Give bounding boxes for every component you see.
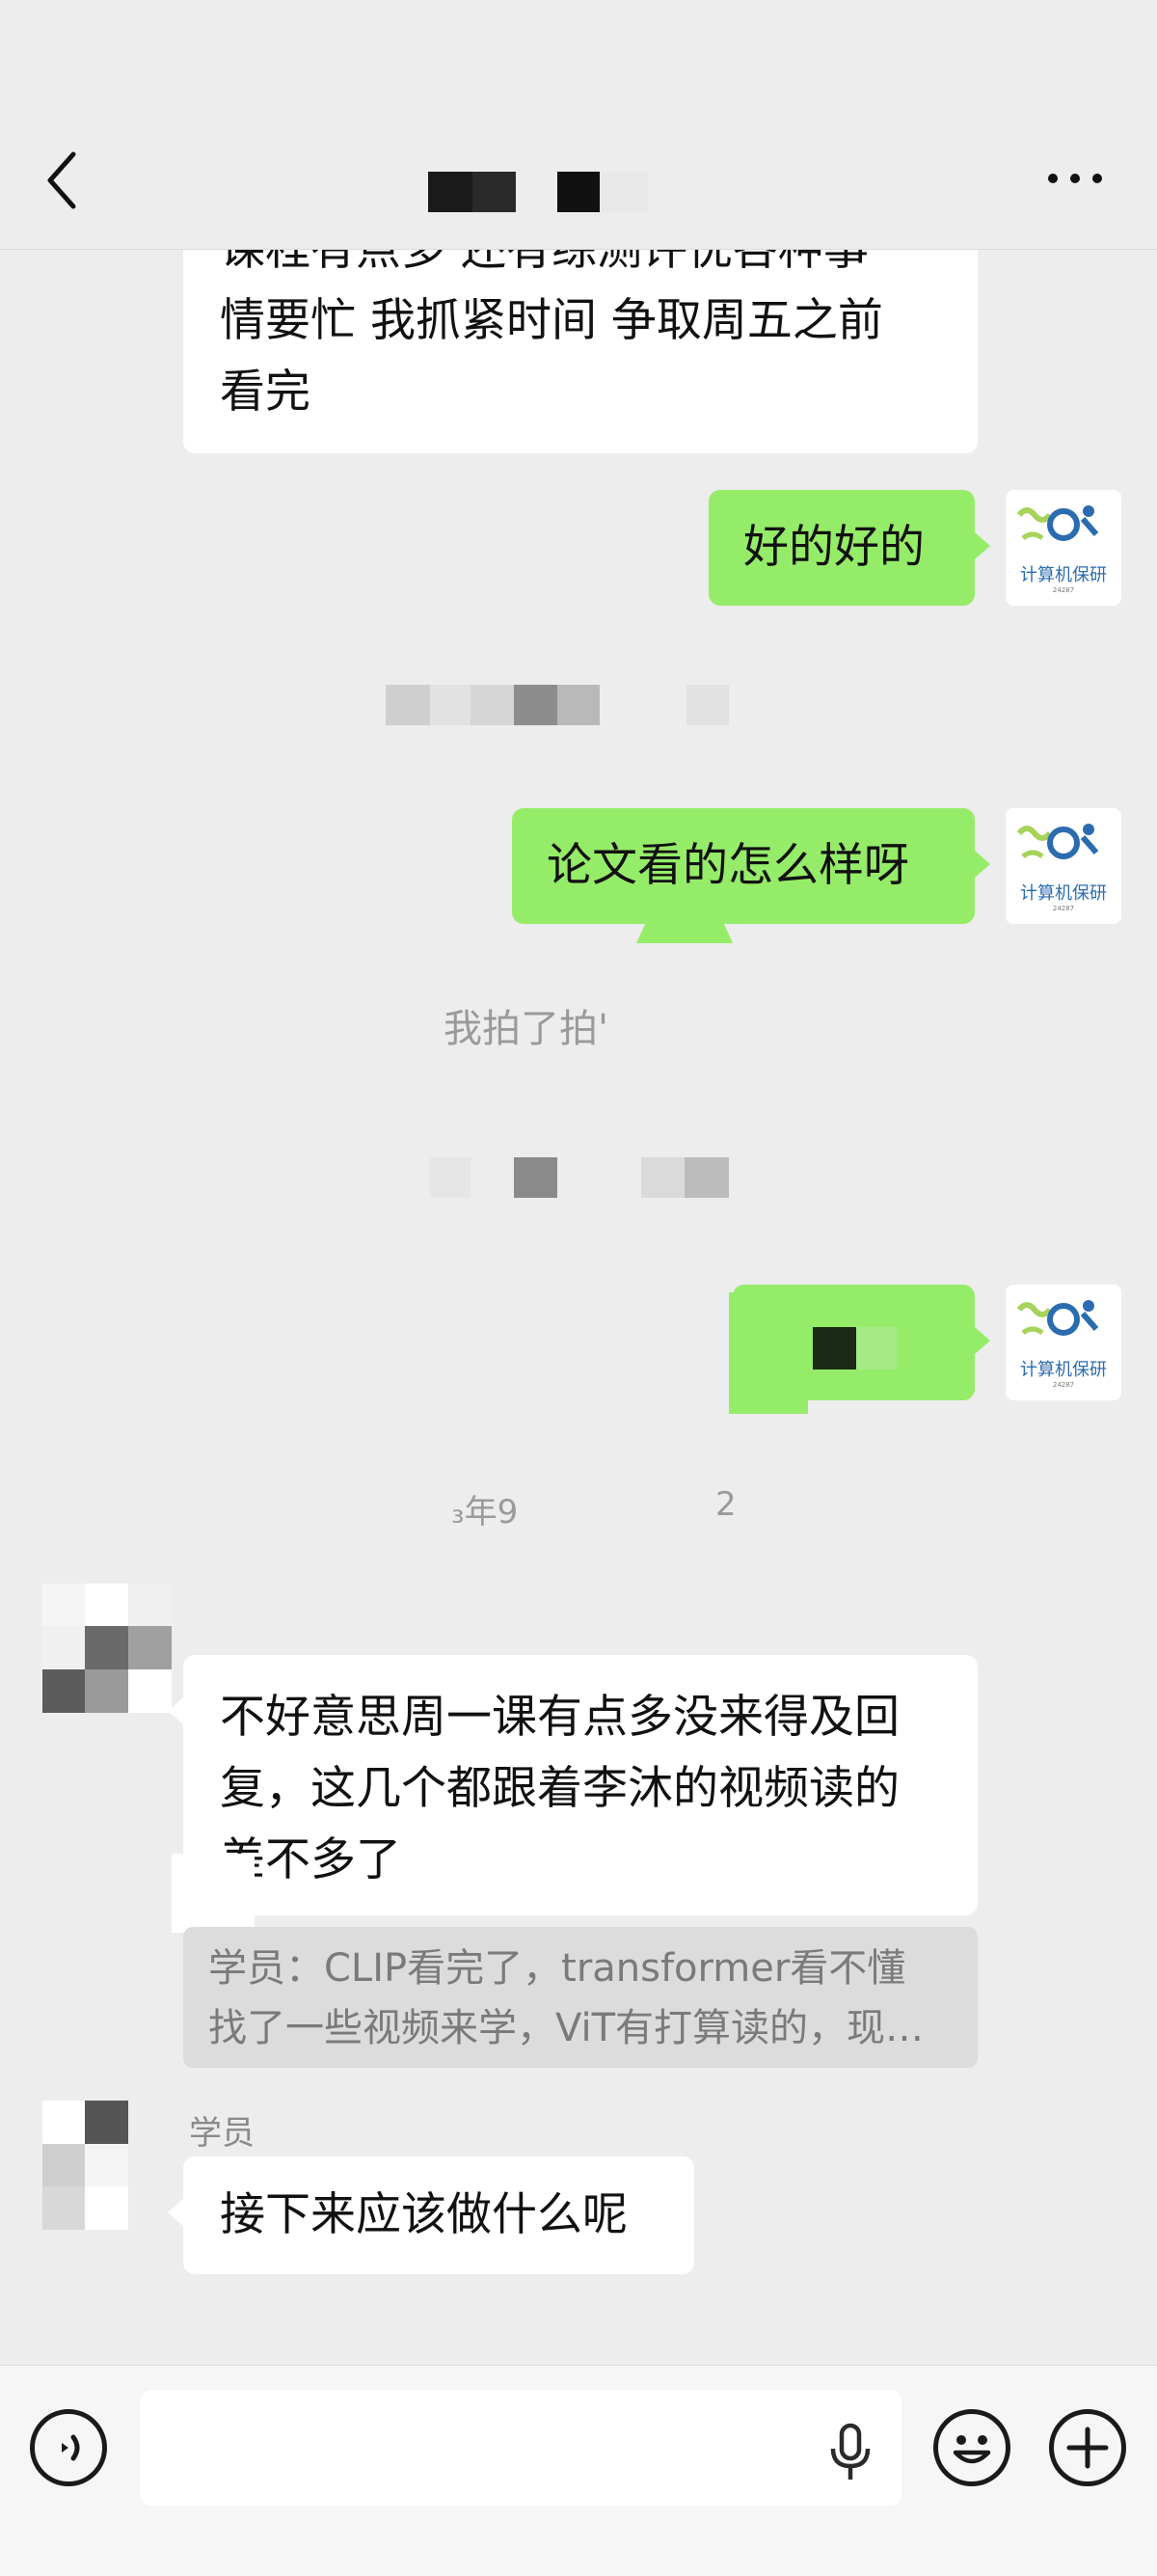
logo-icon xyxy=(1016,505,1099,541)
avatar[interactable]: 计算机保研 24287 xyxy=(1006,490,1121,606)
message-redacted xyxy=(729,1292,808,1414)
message-text-line: 看完 xyxy=(220,366,310,419)
message-bubble-incoming[interactable]: 接下来应该做什么呢 xyxy=(168,2156,694,2274)
more-dots-icon xyxy=(1048,174,1102,183)
avatar-label: 计算机保研 xyxy=(1020,1360,1107,1380)
logo-icon xyxy=(1016,1300,1099,1336)
quote-line: 学员：CLIP看完了，transformer看不懂 xyxy=(208,1946,906,1991)
sender-name: 学员 xyxy=(189,2114,255,2153)
more-functions-button[interactable] xyxy=(1049,2409,1126,2486)
back-button[interactable] xyxy=(39,147,87,214)
chevron-left-icon xyxy=(47,151,76,209)
avatar-sub-label: 24287 xyxy=(1052,586,1075,594)
logo-icon xyxy=(1016,824,1099,859)
avatar[interactable] xyxy=(42,2101,148,2230)
avatar[interactable] xyxy=(42,1584,172,1713)
more-button[interactable] xyxy=(1041,154,1109,203)
pat-notification[interactable]: 我拍了拍' xyxy=(444,997,608,1053)
timestamp-tail: 2 xyxy=(715,1485,737,1524)
message-redacted xyxy=(813,1327,856,1369)
avatar-sub-label: 24287 xyxy=(1052,905,1075,912)
avatar-sub-label: 24287 xyxy=(1052,1381,1075,1389)
plus-icon xyxy=(1066,2427,1109,2469)
avatar[interactable]: 计算机保研 24287 xyxy=(1006,1285,1121,1400)
voice-icon xyxy=(62,2434,80,2461)
message-text: 论文看的怎么样呀 xyxy=(547,839,909,892)
microphone-icon xyxy=(830,2423,871,2480)
emoji-icon xyxy=(953,2435,991,2464)
message-text-line: 不好意思周一课有点多没来得及回 xyxy=(220,1691,900,1744)
chat-header xyxy=(0,0,1157,250)
avatar[interactable]: 计算机保研 24287 xyxy=(1006,808,1121,924)
message-redacted xyxy=(172,1854,255,1933)
quote-line: 找了一些视频来学，ViT有打算读的，现… xyxy=(208,2006,925,2050)
emoji-button[interactable] xyxy=(933,2409,1010,2486)
avatar-label: 计算机保研 xyxy=(1020,883,1107,904)
input-bar xyxy=(0,2365,1157,2576)
message-bubble-incoming[interactable]: 不好意思周一课有点多没来得及回 复，这几个都跟着李沐的视频读的 差不多了 xyxy=(168,1655,978,1915)
avatar-label: 计算机保研 xyxy=(1020,565,1107,585)
voice-toggle-button[interactable] xyxy=(30,2409,107,2486)
message-input[interactable] xyxy=(140,2390,901,2506)
microphone-button[interactable] xyxy=(821,2422,879,2485)
message-redacted xyxy=(856,1327,897,1369)
quoted-message[interactable]: 学员：CLIP看完了，transformer看不懂 找了一些视频来学，ViT有打… xyxy=(183,1927,978,2068)
message-text-line: 情要忙 我抓紧时间 争取周五之前 xyxy=(220,294,883,347)
message-text-line: 复，这几个都跟着李沐的视频读的 xyxy=(220,1762,900,1815)
message-text: 好的好的 xyxy=(743,521,925,574)
timestamp: ₃年9 xyxy=(451,1493,519,1532)
message-text: 接下来应该做什么呢 xyxy=(220,2188,628,2241)
message-text-line: 差不多了 xyxy=(220,1833,401,1886)
message-bubble-outgoing[interactable]: 好的好的 xyxy=(709,490,990,606)
bubble-artifact xyxy=(636,922,733,943)
message-bubble-outgoing[interactable]: 论文看的怎么样呀 xyxy=(512,808,990,924)
